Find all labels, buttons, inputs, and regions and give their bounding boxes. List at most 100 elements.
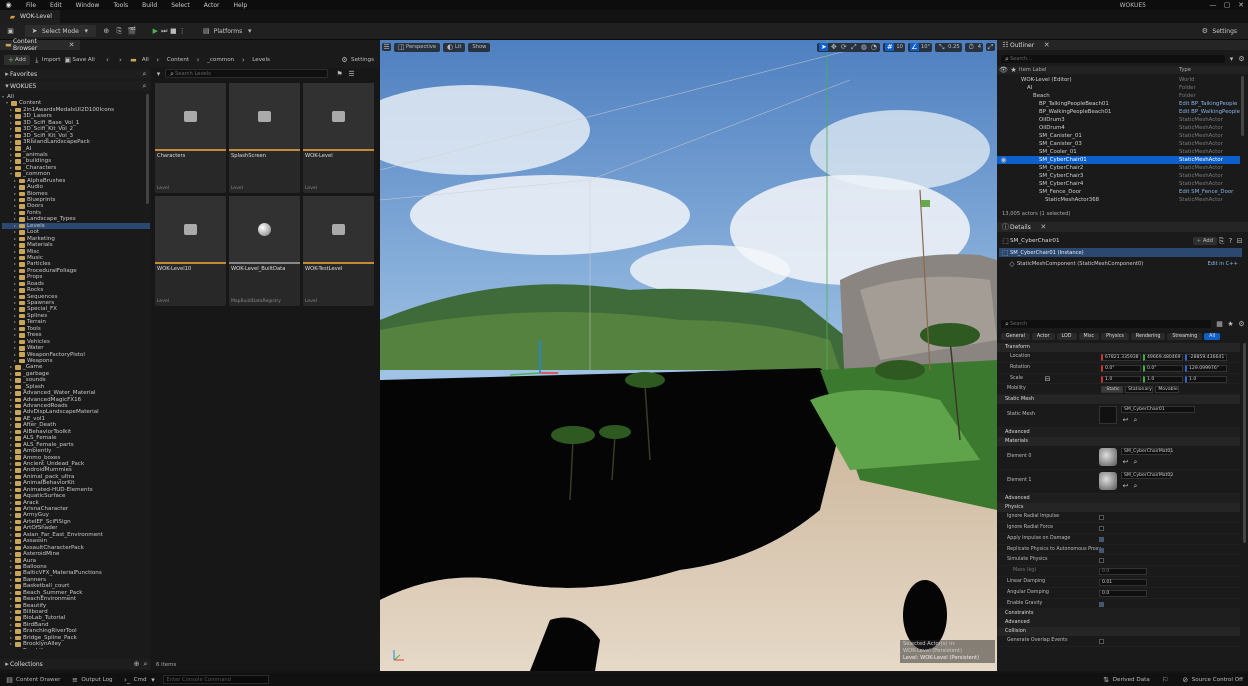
save-all-button[interactable]: ▣ Save All [64,56,94,64]
outliner-row[interactable]: SM_Cooler_01 StaticMeshActor [997,148,1240,156]
lit-button[interactable]: ◐ Lit [443,42,466,52]
console-input[interactable]: Enter Console Command [162,675,269,684]
derived-data-button[interactable]: ⇅ Derived Data [1097,676,1155,684]
breadcrumb-content[interactable]: Content [167,57,189,63]
scale-z[interactable]: 1.0 [1185,375,1227,383]
add-component-button[interactable]: + Add [1192,237,1217,245]
outliner-row[interactable]: BP_WalkingPeopleBeach01 Edit BP_WalkingPe… [997,108,1240,116]
forward-icon[interactable]: › [116,56,125,64]
col-type[interactable]: Type [1179,66,1191,74]
visibility-icon[interactable]: ◉ [999,156,1008,164]
asset-tile[interactable]: WOK-TestLevel Level [303,196,374,306]
mobility-static[interactable]: Static [1101,386,1123,394]
filter-tab-physics[interactable]: Physics [1101,333,1129,340]
rotation-y[interactable]: 0.0° [1143,364,1183,372]
lock-ratio-icon[interactable]: ⊟ [1043,375,1052,383]
blueprint-icon[interactable]: ⎘ [115,27,124,35]
constraints-section[interactable]: Constraints [997,609,1240,619]
col-item-label[interactable]: Item Label [1019,66,1046,74]
asset-tile[interactable]: SplashScreen Level [229,83,300,193]
folder-tree-item[interactable]: ▸Brushify [2,648,150,649]
outliner-row[interactable]: SM_CyberChair3 StaticMeshActor [997,172,1240,180]
play-options-icon[interactable]: ⋮ [178,27,187,35]
find-in-browser-icon[interactable]: ⌕ [1131,458,1140,466]
lock-icon[interactable]: ⊟ [1235,237,1244,245]
asset-tile[interactable]: Characters Level [155,83,226,193]
mass-field[interactable]: 0.0 [1099,568,1147,576]
linear-damping-field[interactable]: 0.01 [1099,578,1147,586]
browse-icon[interactable]: ↩ [1121,458,1130,466]
add-content-icon[interactable]: ⊕ [102,27,111,35]
show-button[interactable]: Show [468,42,491,52]
outliner-row[interactable]: StaticMeshActor368 StaticMeshActor [997,196,1240,204]
close-tab-icon[interactable]: ✕ [1039,223,1048,231]
search-icon[interactable]: ⌕ [141,660,150,668]
add-button[interactable]: + Add [4,55,30,65]
search-icon[interactable]: ⌕ [140,70,149,78]
viewport-menu-icon[interactable]: ☰ [382,43,391,51]
outliner-row[interactable]: BP_TalkingPeopleBeach01 Edit BP_TalkingPe… [997,100,1240,108]
element1-dropdown[interactable]: SM_CyberChairMat02 [1121,472,1173,480]
outliner-item-type[interactable]: Edit BP_TalkingPeople [1179,100,1237,108]
physics-row-checkbox[interactable] [1099,536,1104,542]
blueprint-icon[interactable]: ⎘ [1217,237,1226,245]
outliner-row[interactable]: WOK-Level (Editor) World [997,76,1240,84]
maximize-icon[interactable]: ▢ [1220,1,1234,9]
details-actor-name[interactable]: SM_CyberChair01 [1010,238,1060,244]
advanced-section[interactable]: Advanced [997,494,1240,504]
physics-row-checkbox[interactable] [1099,547,1104,553]
outliner-row[interactable]: SM_CyberChair2 StaticMeshActor [997,164,1240,172]
favorites-header[interactable]: ▸ Favorites [0,69,150,79]
transform-section[interactable]: Transform [997,343,1240,352]
cb-settings-button[interactable]: ⚙ Settings [340,56,374,64]
output-log-button[interactable]: ≡ Output Log [65,676,117,684]
find-in-browser-icon[interactable]: ⌕ [1131,416,1140,424]
perspective-button[interactable]: ◫ Perspective [394,42,441,52]
outliner-item-type[interactable]: Edit SM_Fence_Door [1179,188,1233,196]
breadcrumb-levels[interactable]: Levels [252,57,270,63]
step-icon[interactable]: ⏭ [160,27,169,35]
select-tool-icon[interactable]: ➤ [819,43,829,51]
filter-tab-streaming[interactable]: Streaming [1167,333,1203,340]
advanced-section[interactable]: Advanced [997,618,1240,628]
static-mesh-component-row[interactable]: ◇ StaticMeshComponent (StaticMeshCompone… [999,259,1242,268]
enable-gravity-checkbox[interactable] [1099,601,1104,607]
materials-section[interactable]: Materials [997,437,1240,447]
angular-damping-field[interactable]: 0.0 [1099,589,1147,597]
menu-build[interactable]: Build [135,2,164,9]
level-viewport[interactable]: ☰ ◫ Perspective ◐ Lit Show ➤ ✥ ⟳ ⤢ ◍ ◔ #… [380,40,997,671]
filter-tab-misc[interactable]: Misc [1078,333,1100,340]
project-header[interactable]: ▾ WOKUE5 [0,81,150,91]
generate-overlap-checkbox[interactable] [1099,639,1104,645]
filter-options-icon[interactable]: ⚑ [335,70,344,78]
outliner-settings-icon[interactable]: ⚙ [1237,55,1246,63]
grid-snap-button[interactable]: # 10 [883,42,905,52]
surface-snap-icon[interactable]: ◔ [869,43,878,51]
outliner-row[interactable]: SM_Canister_03 StaticMeshActor [997,140,1240,148]
pin-icon[interactable]: ★ [1009,66,1018,74]
outliner-row[interactable]: OilDrum3 StaticMeshActor [997,116,1240,124]
stop-icon[interactable]: ■ [169,27,178,35]
advanced-section[interactable]: Advanced [997,428,1240,438]
search-icon[interactable]: ⌕ [140,82,149,90]
minimize-icon[interactable]: — [1206,1,1220,9]
scale-tool-icon[interactable]: ⤢ [849,43,858,51]
cinematics-icon[interactable]: 🎬 [128,27,137,35]
content-browser-tab[interactable]: ▬ Content Browser ✕ [0,38,80,52]
rotation-z[interactable]: 129.099976° [1185,364,1227,372]
close-tab-icon[interactable]: ✕ [1042,41,1051,49]
element0-dropdown[interactable]: SM_CyberChairMat01 [1121,448,1173,456]
notifications-icon[interactable]: ⚐ [1161,676,1170,684]
filter-tab-actor[interactable]: Actor [1031,333,1055,340]
browse-icon[interactable]: ↩ [1121,482,1130,490]
asset-tile[interactable]: WOK-Level_BuiltData MapBuildDataRegistry [229,196,300,306]
import-button[interactable]: ⤓ Import [34,56,60,64]
asset-tile[interactable]: WOK-Level10 Level [155,196,226,306]
outliner-row[interactable]: SM_CyberChair4 StaticMeshActor [997,180,1240,188]
close-icon[interactable]: ✕ [1234,1,1248,9]
outliner-scrollbar[interactable] [1241,76,1244,136]
menu-actor[interactable]: Actor [197,2,227,9]
location-y[interactable]: 49669.480469 [1143,354,1183,361]
menu-tools[interactable]: Tools [106,2,135,9]
find-in-browser-icon[interactable]: ⌕ [1131,482,1140,490]
